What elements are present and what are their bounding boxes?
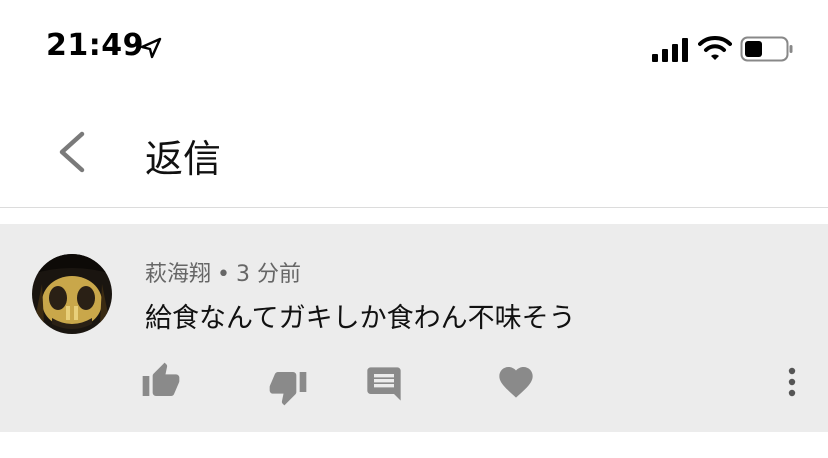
page-title: 返信: [145, 137, 222, 181]
status-time: 21:49: [46, 28, 144, 63]
thumbs-down-icon: [269, 372, 307, 406]
reply-icon: [367, 367, 401, 401]
location-arrow-icon: [140, 37, 162, 59]
signal-icon: [652, 38, 688, 62]
wifi-icon: [698, 36, 732, 60]
avatar[interactable]: [32, 254, 112, 334]
avatar-image: [32, 254, 112, 334]
like-button[interactable]: [141, 361, 181, 401]
dislike-button[interactable]: [268, 367, 308, 407]
heart-button[interactable]: [496, 362, 536, 402]
comment-time: 3 分前: [236, 262, 301, 287]
back-button[interactable]: [48, 126, 96, 178]
chevron-left-icon: [59, 131, 85, 173]
status-bar: 21:49: [0, 0, 828, 100]
more-options-button[interactable]: [772, 362, 812, 402]
header-divider: [0, 207, 828, 208]
battery-icon: [740, 36, 793, 62]
heart-icon: [499, 367, 533, 398]
comment-meta: 萩海翔 • 3 分前: [145, 256, 301, 288]
more-vert-icon: [788, 367, 796, 397]
meta-separator: •: [217, 262, 230, 287]
comment-card: 萩海翔 • 3 分前 給食なんてガキしか食わん不味そう: [0, 224, 828, 432]
header: 返信: [0, 100, 828, 207]
thumbs-up-icon: [142, 362, 180, 396]
reply-button[interactable]: [364, 364, 404, 404]
comment-author[interactable]: 萩海翔: [145, 256, 211, 288]
reply-screen: 21:49 返信 萩海翔 • 3 分前 給食なんてガキしか食わん不味そう: [0, 0, 828, 458]
comment-text: 給食なんてガキしか食わん不味そう: [145, 303, 576, 334]
